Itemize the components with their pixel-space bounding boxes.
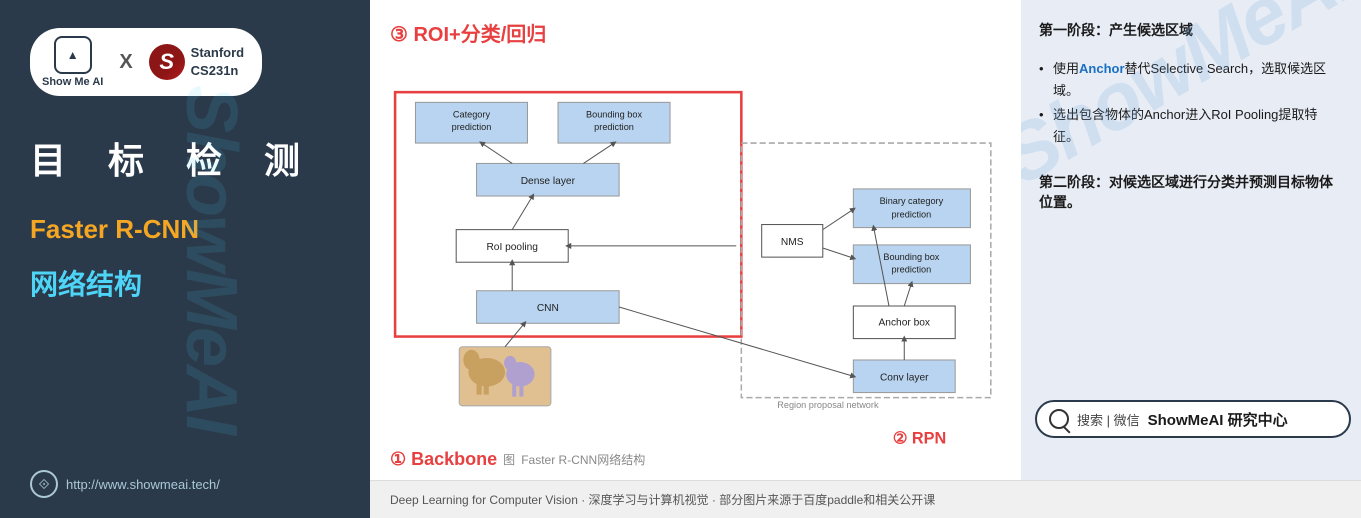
svg-text:Bounding box: Bounding box: [883, 252, 939, 262]
stanford-text: StanfordCS231n: [191, 44, 244, 80]
stage1-bullets: 使用Anchor替代Selective Search，选取候选区域。 选出包含物…: [1039, 58, 1343, 150]
logo-x-separator: X: [119, 51, 132, 74]
svg-text:prediction: prediction: [892, 264, 932, 274]
stage2-title: 第二阶段：对候选区域进行分类并预测目标物体位置。: [1039, 172, 1343, 212]
diagram-area: ③ ROI+分类/回归 Category prediction Bounding…: [370, 0, 1021, 480]
search-bar[interactable]: 搜索 | 微信 ShowMeAI 研究中心: [1035, 400, 1351, 438]
svg-text:NMS: NMS: [781, 237, 804, 248]
footer-link[interactable]: ⟐ http://www.showmeai.tech/: [30, 470, 220, 498]
bullet-1: 使用Anchor替代Selective Search，选取候选区域。: [1039, 58, 1343, 102]
right-panel: 第一阶段：产生候选区域 使用Anchor替代Selective Search，选…: [1021, 0, 1361, 480]
bottom-bar: Deep Learning for Computer Vision · 深度学习…: [370, 480, 1361, 518]
svg-text:Binary category: Binary category: [880, 196, 944, 206]
search-icon: [1049, 409, 1069, 429]
network-svg: Category prediction Bounding box predict…: [390, 55, 1001, 445]
search-label: 搜索 | 微信: [1077, 410, 1140, 429]
top-area: ③ ROI+分类/回归 Category prediction Bounding…: [370, 0, 1361, 480]
svg-text:prediction: prediction: [892, 209, 932, 219]
svg-text:Conv layer: Conv layer: [880, 372, 929, 383]
network-subtitle: 网络结构: [30, 263, 142, 303]
main-content: ③ ROI+分类/回归 Category prediction Bounding…: [370, 0, 1361, 518]
anchor-link: Anchor: [1079, 61, 1125, 76]
stanford-s-icon: S: [149, 44, 185, 80]
bullet-2: 选出包含物体的Anchor进入RoI Pooling提取特征。: [1039, 104, 1343, 148]
svg-text:Dense layer: Dense layer: [521, 176, 576, 187]
svg-text:Bounding box: Bounding box: [586, 110, 642, 120]
svg-text:Anchor box: Anchor box: [879, 317, 930, 328]
svg-text:prediction: prediction: [452, 122, 492, 132]
svg-text:Category: Category: [453, 110, 491, 120]
footer-url: http://www.showmeai.tech/: [66, 477, 220, 492]
bottom-text: Deep Learning for Computer Vision · 深度学习…: [390, 491, 935, 508]
faster-rcnn-subtitle: Faster R-CNN: [30, 214, 199, 245]
showmeai-icon: [54, 36, 92, 74]
svg-text:prediction: prediction: [594, 122, 634, 132]
svg-text:Region proposal network: Region proposal network: [777, 400, 879, 410]
logo-area: Show Me AI X S StanfordCS231n: [30, 28, 262, 96]
caption-icon: 图: [503, 451, 515, 468]
svg-text:② RPN: ② RPN: [893, 429, 946, 445]
backbone-label: ① Backbone: [390, 449, 497, 470]
link-icon: ⟐: [30, 470, 58, 498]
stanford-logo: S StanfordCS231n: [149, 44, 244, 80]
svg-text:RoI pooling: RoI pooling: [486, 242, 537, 253]
caption-text: Faster R-CNN网络结构: [521, 451, 645, 468]
sidebar: Show Me AI X S StanfordCS231n 目 标 检 测 Fa…: [0, 0, 370, 518]
main-title: 目 标 检 测: [30, 132, 316, 184]
svg-text:CNN: CNN: [537, 303, 559, 314]
stage1-title: 第一阶段：产生候选区域: [1039, 20, 1343, 40]
roi-title: ③ ROI+分类/回归: [390, 18, 1001, 47]
diagram-caption: ① Backbone 图 Faster R-CNN网络结构: [390, 449, 1001, 470]
diagram-wrapper: Category prediction Bounding box predict…: [390, 55, 1001, 445]
showmeai-logo: Show Me AI: [42, 36, 103, 88]
search-brand: ShowMeAI 研究中心: [1148, 409, 1288, 430]
showmeai-text: Show Me AI: [42, 76, 103, 88]
